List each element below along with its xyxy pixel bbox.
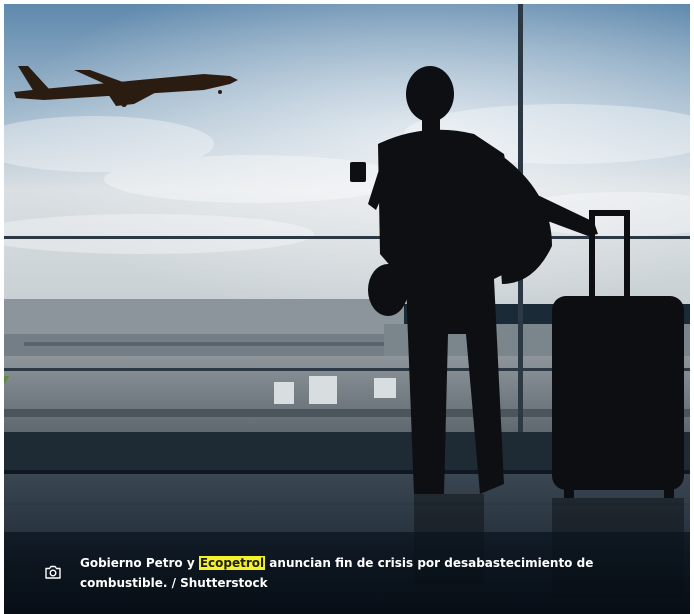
camera-icon	[45, 565, 61, 579]
caption-highlight: Ecopetrol	[198, 556, 266, 570]
caption-text: Gobierno Petro y Ecopetrol anuncian fin …	[80, 553, 650, 593]
airport-photo	[4, 4, 690, 614]
caption-text-before: Gobierno Petro y	[80, 556, 199, 570]
article-image-frame: Gobierno Petro y Ecopetrol anuncian fin …	[4, 4, 690, 614]
terminal-building	[4, 299, 404, 339]
image-caption: Gobierno Petro y Ecopetrol anuncian fin …	[4, 532, 690, 614]
